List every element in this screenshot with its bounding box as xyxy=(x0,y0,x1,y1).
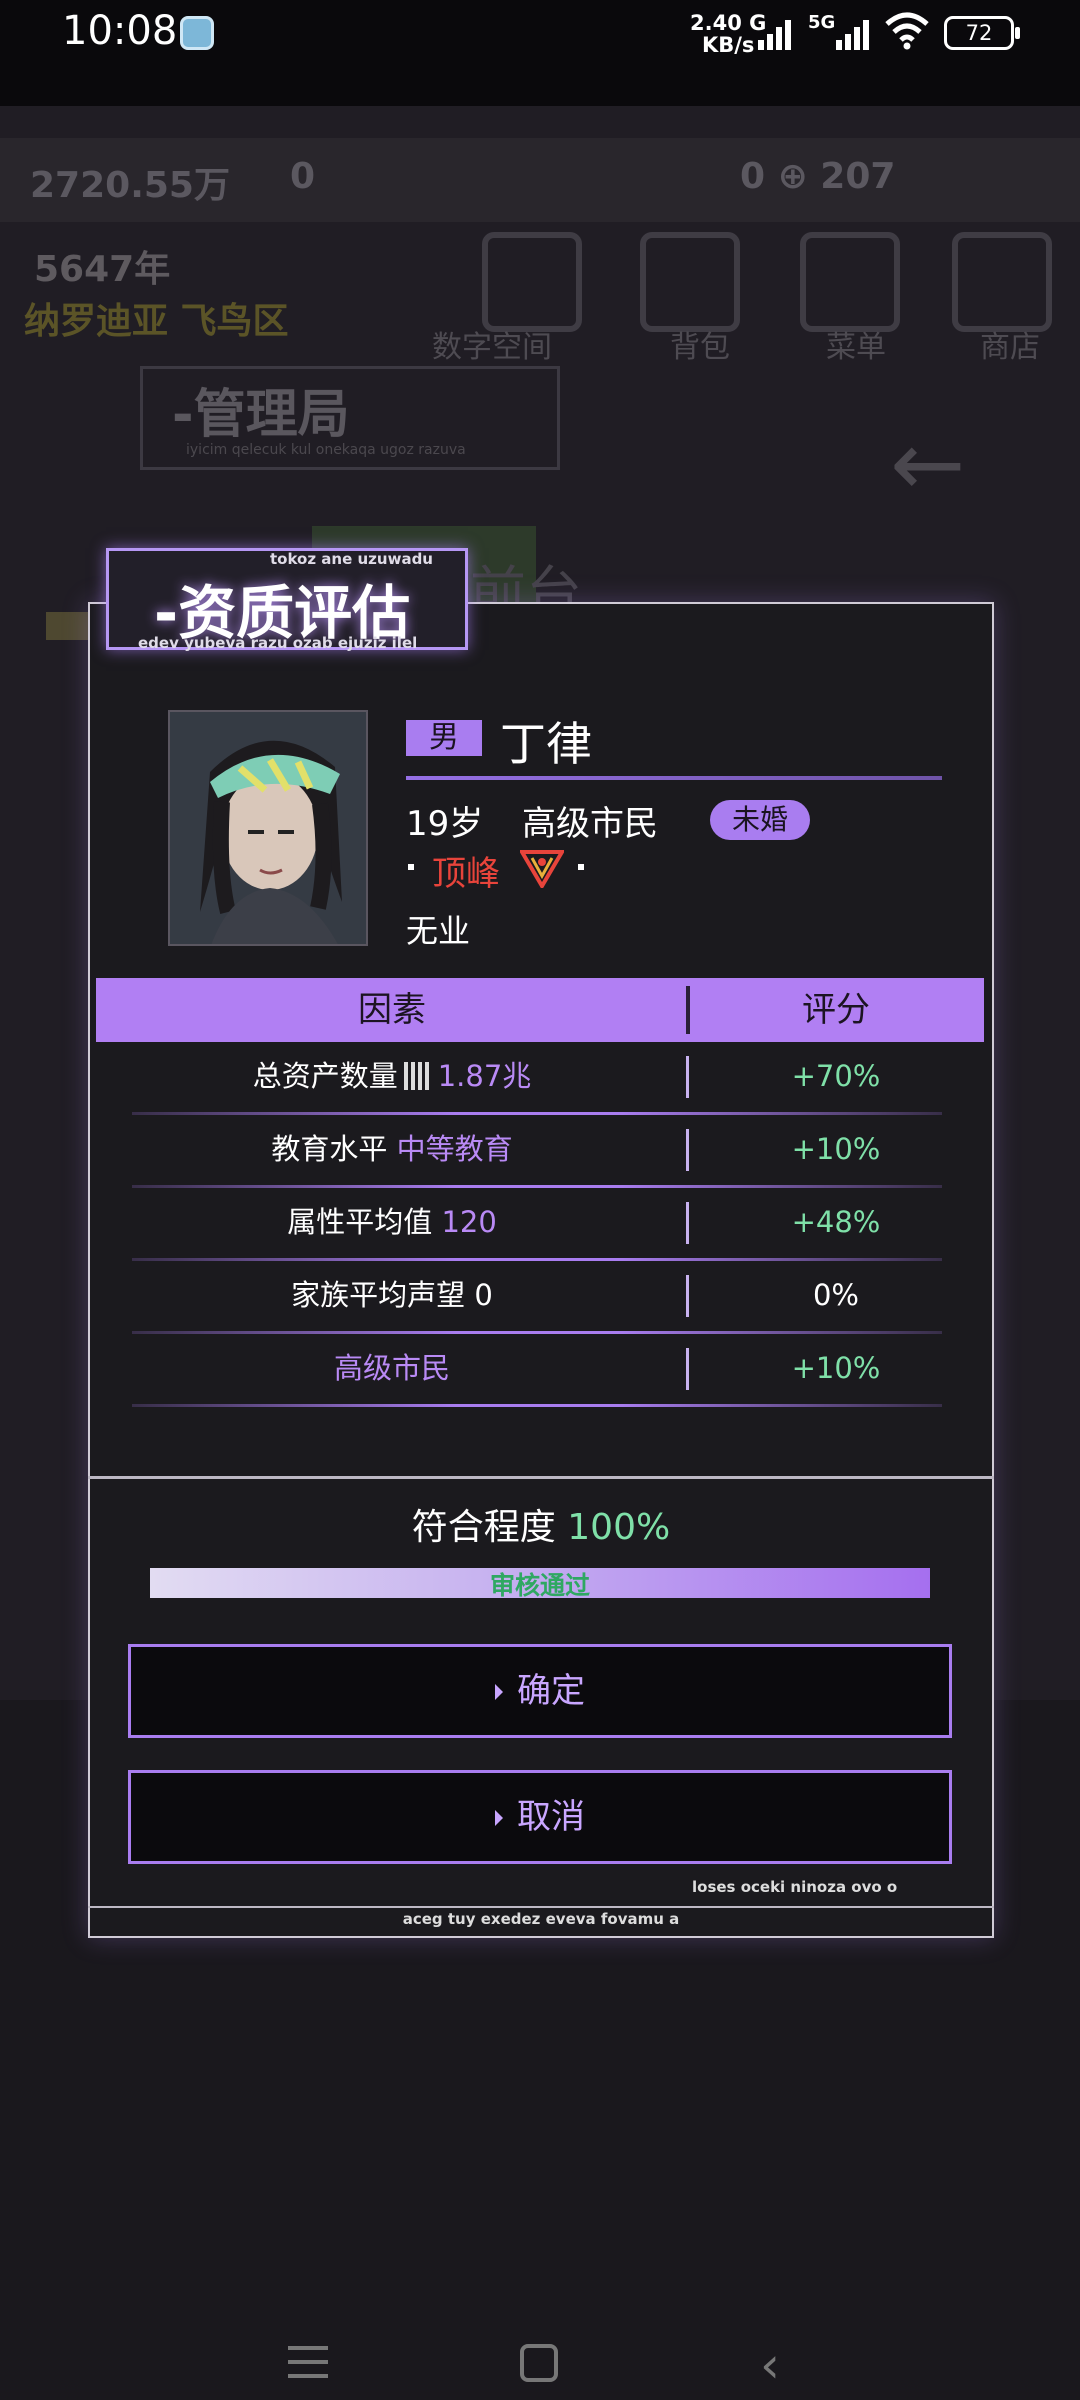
name-underline xyxy=(406,776,942,780)
status-time: 10:08 xyxy=(62,8,178,54)
network-speed-value: 2.40 G xyxy=(690,11,767,35)
rank-bullet-end xyxy=(578,864,584,870)
currency-icon xyxy=(403,1062,432,1090)
background-backpack-icon xyxy=(640,232,740,332)
background-district: 纳罗迪亚 飞鸟区 xyxy=(24,301,289,342)
character-name: 丁律 xyxy=(500,717,592,771)
network-speed: 2.40 G KB/s xyxy=(690,12,766,56)
background-nav-digital-space: 数字空间 xyxy=(432,330,552,365)
header-factor: 因素 xyxy=(358,990,426,1030)
match-value: 100% xyxy=(567,1507,671,1548)
background-back-arrow-icon: ← xyxy=(890,412,966,517)
avatar xyxy=(168,710,368,946)
factor-value: 0 xyxy=(474,1278,493,1312)
factor-cell: 教育水平 中等教育 xyxy=(96,1115,688,1183)
background-nav-backpack: 背包 xyxy=(670,330,730,365)
factor-cell: 高级市民 xyxy=(96,1334,688,1402)
factor-value: 120 xyxy=(441,1205,497,1239)
wifi-icon xyxy=(885,12,929,50)
factor-value: 高级市民 xyxy=(333,1351,450,1385)
background-digital-space-icon xyxy=(482,232,582,332)
score-cell: +10% xyxy=(791,1132,881,1166)
network-speed-unit: KB/s xyxy=(701,33,755,57)
match-label: 符合程度 xyxy=(411,1507,556,1548)
match-degree: 符合程度 100% xyxy=(88,1498,994,1550)
factor-label: 教育水平 xyxy=(271,1132,388,1166)
dialog-footer-caption-2: aceg tuy exedez eveva fovamu a xyxy=(402,1910,680,1928)
factor-cell: 属性平均值 120 xyxy=(96,1188,688,1256)
factor-cell: 总资产数量 1.87兆 xyxy=(96,1042,688,1110)
background-nav-menu: 菜单 xyxy=(826,330,886,365)
score-cell: +70% xyxy=(791,1059,881,1093)
marital-status-badge: 未婚 xyxy=(710,800,810,840)
cancel-label: 取消 xyxy=(517,1797,585,1837)
footer-divider xyxy=(88,1906,994,1908)
character-age: 19岁 xyxy=(406,804,484,844)
background-shop-icon xyxy=(952,232,1052,332)
play-triangle-icon xyxy=(495,1684,503,1700)
battery-icon: 72 xyxy=(944,16,1020,50)
background-currency: 2720.55万 xyxy=(30,165,230,206)
factor-value: 中等教育 xyxy=(396,1132,513,1166)
signal-strength-2-icon xyxy=(836,18,876,50)
factor-value: 1.87兆 xyxy=(437,1059,532,1093)
rank-bullet xyxy=(408,864,414,870)
table-row: 总资产数量 1.87兆 +70% xyxy=(96,1042,984,1115)
cancel-button[interactable]: 取消 xyxy=(128,1770,952,1864)
background-resources: 0 ⊕ 207 xyxy=(740,156,896,197)
progress-status-label: 审核通过 xyxy=(489,1571,590,1600)
score-cell: +10% xyxy=(791,1351,881,1385)
background-menu-icon xyxy=(800,232,900,332)
notification-app-icon xyxy=(180,16,214,50)
background-year: 5647年 xyxy=(34,249,171,290)
recent-apps-button[interactable] xyxy=(288,2346,328,2380)
table-row: 高级市民 +10% xyxy=(96,1334,984,1407)
score-cell: +48% xyxy=(791,1205,881,1239)
confirm-label: 确定 xyxy=(517,1671,585,1711)
character-portrait-icon xyxy=(170,712,366,944)
citizen-level: 高级市民 xyxy=(522,804,658,844)
home-button[interactable] xyxy=(520,2344,558,2382)
header-score: 评分 xyxy=(802,990,870,1030)
rank-label: 顶峰 xyxy=(432,854,500,894)
factor-label: 总资产数量 xyxy=(252,1059,398,1093)
factor-label: 家族平均声望 xyxy=(291,1278,466,1312)
background-population: 0 xyxy=(290,156,316,197)
score-cell: 0% xyxy=(812,1278,859,1312)
section-divider xyxy=(88,1476,994,1479)
occupation: 无业 xyxy=(406,912,471,950)
back-button[interactable]: ‹ xyxy=(760,2336,780,2394)
table-row: 家族平均声望 0 0% xyxy=(96,1261,984,1334)
rank-emblem-icon xyxy=(520,850,564,888)
dialog-footer-caption: loses oceki ninoza ovo o xyxy=(692,1878,898,1896)
row-divider xyxy=(132,1404,942,1407)
confirm-button[interactable]: 确定 xyxy=(128,1644,952,1738)
dialog-title-bottom-caption: edev yubeva razu ozab ejuziz ilel xyxy=(138,634,418,652)
background-bureau-caption: iyicim qelecuk kul onekaqa ugoz razuva xyxy=(186,442,466,458)
network-type: 5G xyxy=(808,12,836,33)
table-row: 教育水平 中等教育 +10% xyxy=(96,1115,984,1188)
background-nav-shop: 商店 xyxy=(980,330,1040,365)
signal-strength-icon xyxy=(758,18,798,50)
factor-label: 属性平均值 xyxy=(287,1205,433,1239)
table-row: 属性平均值 120 +48% xyxy=(96,1188,984,1261)
play-triangle-icon xyxy=(495,1810,503,1826)
gender-badge: 男 xyxy=(406,720,482,756)
factor-cell: 家族平均声望 0 xyxy=(96,1261,688,1329)
background-bureau-title: -管理局 xyxy=(172,385,350,445)
